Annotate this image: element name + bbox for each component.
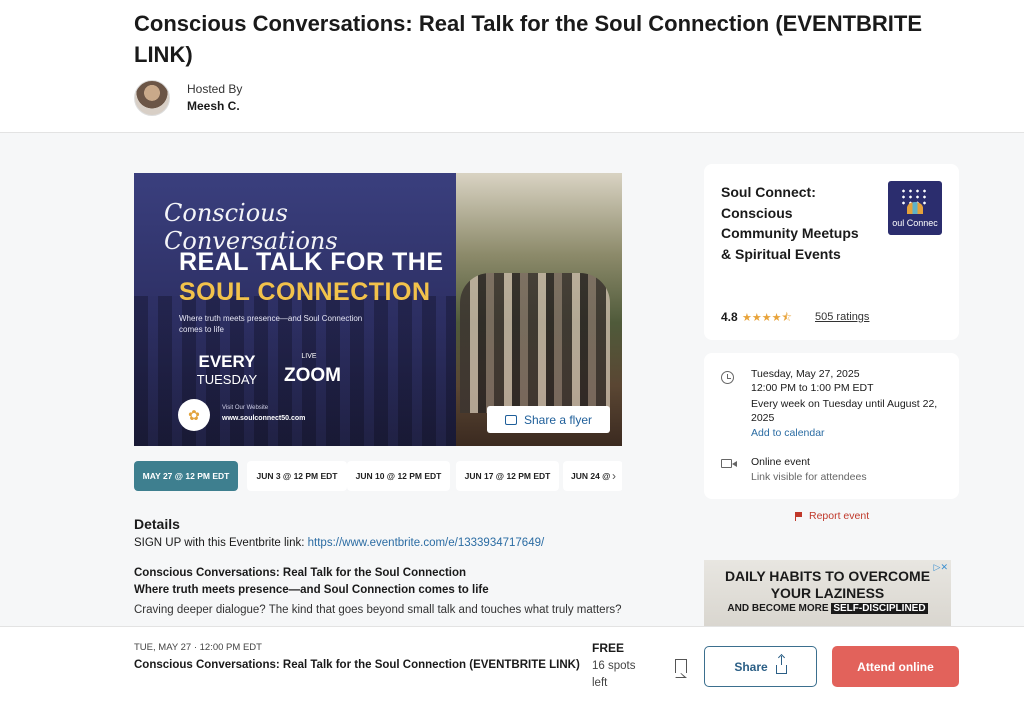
ratings-link[interactable]: 505 ratings [815,311,869,323]
flyer-website: www.soulconnect50.com [222,415,306,422]
flyer-headline-1: REAL TALK FOR THE [179,248,444,276]
share-flyer-button[interactable]: Share a flyer [487,406,610,433]
date-tab-jun-17[interactable]: JUN 17 @ 12 PM EDT [456,461,559,491]
attend-online-button[interactable]: Attend online [832,646,959,687]
add-to-calendar-link[interactable]: Add to calendar [751,427,825,439]
ad-line-3-prefix: AND BECOME MORE [727,603,832,614]
star-rating-icon: ★★★★⯪ [742,312,792,324]
share-button-label: Share [734,659,768,674]
ad-line-3-highlight: SELF-DISCIPLINED [831,603,928,614]
date-tab-may-27[interactable]: MAY 27 @ 12 PM EDT [134,461,238,491]
flyer-subtitle: Where truth meets presence—and Soul Conn… [179,314,363,334]
flag-icon [795,511,803,521]
flyer-left-panel: Conscious Conversations REAL TALK FOR TH… [134,173,456,446]
lotus-icon [907,202,923,214]
price-label: FREE [592,641,625,655]
chevron-right-icon[interactable]: › [612,469,616,483]
event-flyer: Conscious Conversations REAL TALK FOR TH… [134,173,622,446]
checkout-date: TUE, MAY 27 · 12:00 PM EDT [134,642,262,653]
flyer-tuesday: TUESDAY [196,372,258,387]
share-button[interactable]: Share [704,646,817,687]
event-recurrence-2: 2025 [751,412,775,424]
date-location-card: Tuesday, May 27, 2025 12:00 PM to 1:00 P… [704,353,959,499]
details-bold-line-1: Conscious Conversations: Real Talk for t… [134,567,467,579]
flyer-image-icon [504,414,517,425]
location-note: Link visible for attendees [751,471,867,483]
signup-text: SIGN UP with this Eventbrite link: [134,537,308,549]
report-event-label: Report event [809,510,870,522]
date-tab-jun-3[interactable]: JUN 3 @ 12 PM EDT [247,461,347,491]
bookmark-icon[interactable] [674,659,687,678]
flyer-live: LIVE [301,353,317,360]
host-name[interactable]: Meesh C. [187,99,240,113]
flyer-headline-2: SOUL CONNECTION [179,278,431,306]
flyer-visit-label: Visit Our Website [222,405,269,411]
ad-line-3: AND BECOME MORE SELF-DISCIPLINED [704,603,951,614]
details-bold-line-2: Where truth meets presence—and Soul Conn… [134,584,489,596]
flyer-lotus-logo-icon: ✿ [178,399,210,431]
ad-line-2: YOUR LAZINESS [770,585,885,601]
hosted-by-label: Hosted By [187,82,243,96]
spots-left: 16 spots left [592,660,636,689]
event-title: Conscious Conversations: Real Talk for t… [134,11,923,67]
event-recurrence-1: Every week on Tuesday until August 22, [751,398,938,410]
location-type: Online event [751,456,810,468]
eventbrite-link[interactable]: https://www.eventbrite.com/e/13339347176… [308,537,545,549]
organizer-logo-text: oul Connec [892,218,938,228]
signup-line: SIGN UP with this Eventbrite link: https… [134,537,544,549]
event-header: Conscious Conversations: Real Talk for t… [0,0,1024,133]
clock-icon [721,371,734,384]
ad-line-1: DAILY HABITS TO OVERCOME [724,568,931,584]
share-flyer-label: Share a flyer [523,412,593,427]
sticky-checkout-bar: TUE, MAY 27 · 12:00 PM EDT Conscious Con… [0,626,1024,707]
video-camera-icon [721,459,737,468]
flyer-script-title: Conscious Conversations [164,199,338,255]
flyer-zoom: ZOOM [284,365,341,386]
organizer-name[interactable]: Soul Connect: Conscious Community Meetup… [721,182,861,264]
flyer-group-photo [460,273,610,413]
organizer-rating: 4.8 [721,310,738,324]
event-time: 12:00 PM to 1:00 PM EDT [751,382,874,394]
host-avatar[interactable] [134,80,170,116]
advertisement[interactable]: ▷✕ DAILY HABITS TO OVERCOME YOUR LAZINES… [704,560,951,626]
event-date: Tuesday, May 27, 2025 [751,368,860,380]
report-event-link[interactable]: Report event [795,510,869,522]
date-tabs: MAY 27 @ 12 PM EDT JUN 3 @ 12 PM EDT JUN… [134,461,622,491]
organizer-card[interactable]: Soul Connect: Conscious Community Meetup… [704,164,959,340]
flyer-every: EVERY [198,352,256,371]
date-tab-jun-10[interactable]: JUN 10 @ 12 PM EDT [347,461,450,491]
details-body: Craving deeper dialogue? The kind that g… [134,604,622,616]
checkout-event-title: Conscious Conversations: Real Talk for t… [134,659,580,671]
details-heading: Details [134,516,180,532]
share-icon [775,656,787,674]
organizer-logo[interactable]: oul Connec [888,181,942,235]
flyer-every-tuesday: EVERY TUESDAY [192,353,262,389]
